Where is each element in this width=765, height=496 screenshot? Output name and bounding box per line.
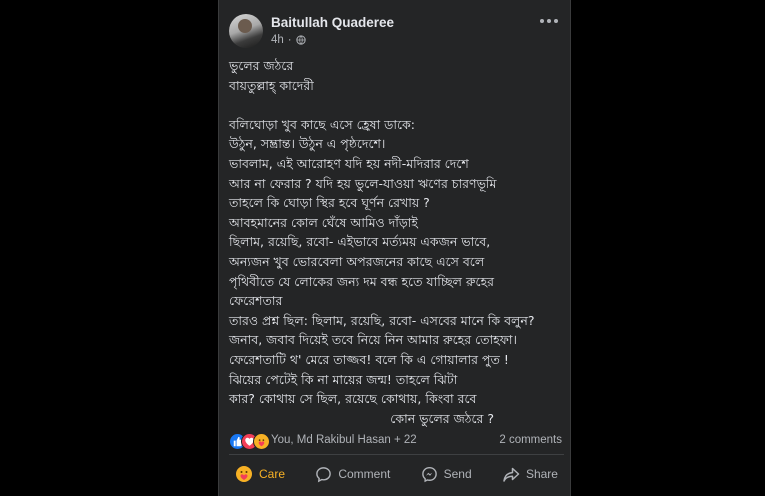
- post-meta: 4h ·: [271, 34, 306, 46]
- care-label: Care: [259, 467, 286, 481]
- comment-label: Comment: [338, 467, 391, 481]
- reaction-names[interactable]: You, Md Rakibul Hasan + 22: [271, 434, 417, 446]
- poem-title: ভুলের জঠরে: [229, 58, 294, 73]
- share-label: Share: [525, 467, 558, 481]
- poem-line: কার? কোথায় সে ছিল, রয়েছে কোথায়, কিংবা…: [229, 391, 477, 407]
- post-header: Baitullah Quaderee 4h ·: [229, 14, 564, 50]
- poem-line: বলিঘোড়া খুব কাছে এসে হ্রেষা ডাকে:: [229, 116, 415, 132]
- reaction-summary[interactable]: You, Md Rakibul Hasan + 22 2 comments: [229, 432, 564, 450]
- meta-separator: ·: [287, 34, 292, 46]
- share-button[interactable]: Share: [496, 461, 564, 487]
- post-time[interactable]: 4h: [271, 34, 284, 46]
- comment-button[interactable]: Comment: [309, 461, 396, 487]
- poem-line: আর না ফেরার ? যদি হয় ভুলে-যাওয়া ঋণের চ…: [229, 175, 497, 191]
- send-label: Send: [443, 467, 472, 481]
- poem-line: পৃথিবীতে যে লোকের জন্য দম বন্ধ হতে যাচ্ছ…: [229, 273, 495, 289]
- messenger-icon: [421, 466, 437, 482]
- action-bar: Care Comment Send Share: [229, 460, 564, 488]
- care-button[interactable]: Care: [229, 461, 291, 487]
- poem-line: উঠুন, সম্ভ্রান্ত। উঠুন এ পৃষ্ঠদেশে।: [229, 136, 386, 152]
- poem-line: ঝিয়ের পেটেই কি না মায়ের জন্ম! তাহলে ঝি…: [229, 371, 458, 387]
- action-divider: [229, 454, 564, 455]
- poem-line: তাহলে কি ঘোড়া স্থির হবে ঘূর্ণন রেখায় ?: [229, 195, 430, 211]
- author-name[interactable]: Baitullah Quaderee: [271, 15, 394, 30]
- poem-line: ছিলাম, রয়েছি, রবো- এইভাবে মর্ত্যময় একজ…: [229, 234, 491, 250]
- globe-icon: [295, 35, 306, 45]
- post-card: Baitullah Quaderee 4h · ভুলের জঠরে বায়ত…: [218, 0, 571, 496]
- poem-author: বায়তুল্লাহ্ কাদেরী: [229, 77, 314, 93]
- share-icon: [503, 467, 520, 482]
- post-text: ভুলের জঠরে বায়তুল্লাহ্ কাদেরী বলিঘোড়া …: [229, 56, 564, 428]
- more-horizontal-icon[interactable]: [538, 14, 560, 28]
- comment-count[interactable]: 2 comments: [499, 434, 562, 446]
- poem-line: ভাবলাম, এই আরোহণ যদি হয় নদী-মদিরার দেশে: [229, 155, 469, 171]
- poem-line: অন্যজন খুব ভোরবেলা অপরজনের কাছে এসে বলে: [229, 253, 485, 269]
- poem-line: কোন ভুলের জঠরে ?: [390, 410, 494, 426]
- send-button[interactable]: Send: [415, 461, 478, 487]
- care-emoji-icon: [236, 466, 252, 482]
- author-avatar[interactable]: [229, 14, 263, 48]
- poem-spacer: [229, 95, 564, 115]
- reaction-icons: [229, 433, 273, 450]
- poem-line: তারও প্রশ্ন ছিল: ছিলাম, রয়েছি, রবো- এসব…: [229, 312, 535, 328]
- poem-line: ফেরেশতার: [229, 293, 283, 309]
- poem-line: জনাব, জবাব দিয়েই তবে নিয়ে নিন আমার রুহ…: [229, 332, 517, 348]
- care-reaction-icon: [253, 433, 270, 450]
- poem-line: আবহমানের কোল ঘেঁষে আমিও দাঁড়াই: [229, 214, 418, 230]
- comment-icon: [316, 466, 332, 482]
- poem-line: ফেরেশতাটি থ' মেরে তাজ্জব! বলে কি এ গোয়া…: [229, 351, 509, 367]
